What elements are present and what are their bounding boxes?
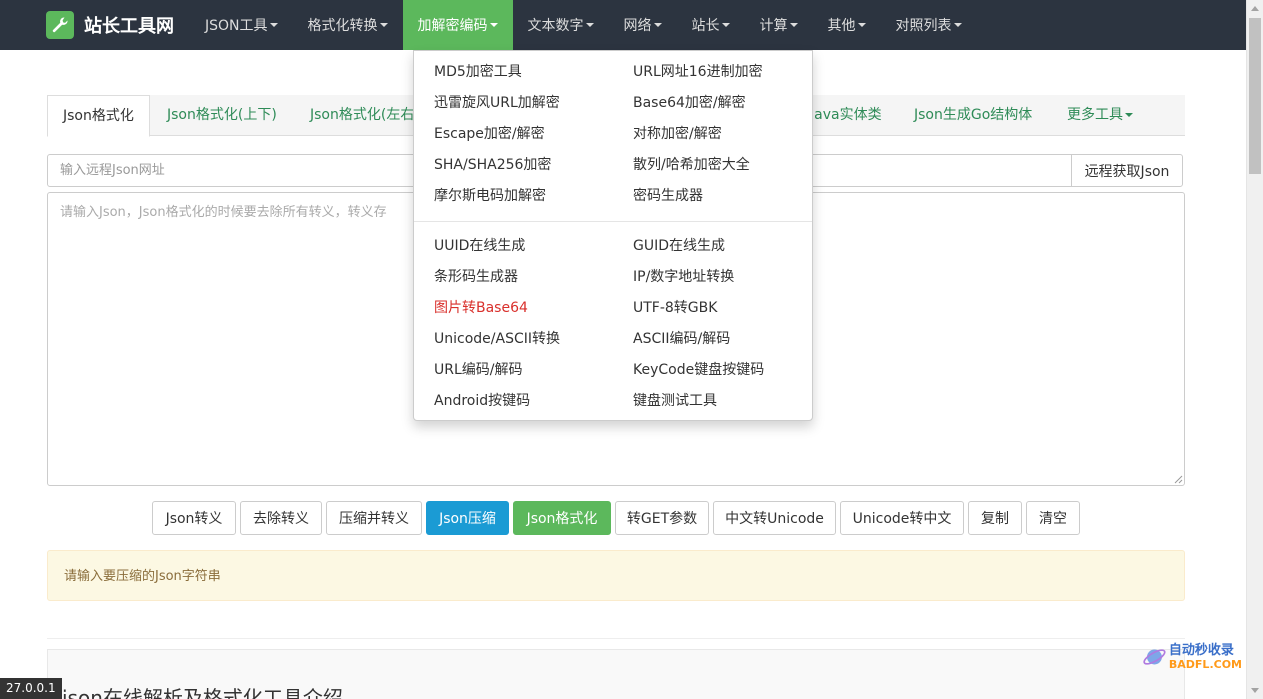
caret-down-icon	[489, 23, 498, 27]
watermark-logo: 自动秒收录 BADFL.COM	[1142, 640, 1242, 674]
copy-button[interactable]: 复制	[968, 501, 1022, 535]
to-get-params-button[interactable]: 转GET参数	[615, 501, 709, 535]
json-escape-button[interactable]: Json转义	[152, 501, 236, 535]
menu-item-uuid[interactable]: UUID在线生成	[434, 235, 525, 255]
fetch-remote-json-button[interactable]: 远程获取Json	[1071, 154, 1183, 187]
scroll-down-icon[interactable]	[1251, 688, 1259, 693]
brand-name: 站长工具网	[84, 16, 174, 37]
caret-down-icon	[585, 23, 594, 27]
caret-down-icon	[953, 23, 962, 27]
planet-icon	[1143, 649, 1166, 665]
intro-title: json在线解析及格式化工具介绍	[62, 686, 343, 699]
json-compress-button[interactable]: Json压缩	[426, 501, 509, 535]
menu-item-guid[interactable]: GUID在线生成	[633, 235, 725, 255]
watermark-domain: BADFL.COM	[1168, 658, 1242, 671]
nav-network[interactable]: 网络	[609, 0, 677, 50]
nav-calculate[interactable]: 计算	[745, 0, 813, 50]
main-nav: JSON工具 格式化转换 加解密编码 文本数字 网络 站长 计算 其他 对照列表	[190, 0, 977, 50]
menu-item-sha[interactable]: SHA/SHA256加密	[434, 154, 551, 174]
caret-down-icon	[1125, 113, 1133, 117]
menu-separator	[414, 221, 812, 222]
caret-down-icon	[379, 23, 388, 27]
tab-json-to-go[interactable]: Json生成Go结构体	[899, 95, 1047, 136]
caret-down-icon	[857, 23, 866, 27]
nav-text-number[interactable]: 文本数字	[513, 0, 609, 50]
menu-item-image-base64[interactable]: 图片转Base64	[434, 297, 528, 317]
menu-item-symmetric[interactable]: 对称加密/解密	[633, 123, 722, 143]
wrench-icon	[46, 11, 74, 39]
caret-down-icon	[653, 23, 662, 27]
menu-item-morse[interactable]: 摩尔斯电码加解密	[434, 185, 546, 205]
nav-other[interactable]: 其他	[813, 0, 881, 50]
nav-webmaster[interactable]: 站长	[677, 0, 745, 50]
page-scrollbar[interactable]	[1246, 0, 1263, 699]
brand-logo[interactable]: 站长工具网	[46, 11, 174, 39]
nav-encrypt-encode[interactable]: 加解密编码	[402, 0, 513, 50]
menu-item-url-hex[interactable]: URL网址16进制加密	[633, 61, 763, 81]
nav-format-convert[interactable]: 格式化转换	[293, 0, 403, 50]
top-navbar: 站长工具网 JSON工具 格式化转换 加解密编码 文本数字 网络 站长 计算 其…	[0, 0, 1263, 50]
unicode-to-chinese-button[interactable]: Unicode转中文	[840, 501, 964, 535]
menu-item-url-codec[interactable]: URL编码/解码	[434, 359, 523, 379]
menu-item-utf8-gbk[interactable]: UTF-8转GBK	[633, 297, 717, 317]
compress-and-escape-button[interactable]: 压缩并转义	[326, 501, 422, 535]
ip-badge: 27.0.0.1	[0, 678, 62, 699]
menu-item-md5[interactable]: MD5加密工具	[434, 61, 522, 81]
menu-item-password-gen[interactable]: 密码生成器	[633, 185, 703, 205]
resize-grip-icon[interactable]	[1174, 475, 1183, 484]
remove-escape-button[interactable]: 去除转义	[240, 501, 322, 535]
nav-json-tools[interactable]: JSON工具	[190, 0, 293, 50]
status-alert: 请输入要压缩的Json字符串	[47, 550, 1185, 601]
clear-button[interactable]: 清空	[1026, 501, 1080, 535]
encrypt-encode-dropdown: MD5加密工具 URL网址16进制加密 迅雷旋风URL加解密 Base64加密/…	[413, 50, 813, 421]
section-divider	[47, 638, 1185, 639]
menu-item-keyboard-test[interactable]: 键盘测试工具	[633, 390, 717, 410]
tab-json-format-vertical[interactable]: Json格式化(上下)	[152, 95, 292, 136]
caret-down-icon	[789, 23, 798, 27]
watermark-text: 自动秒收录	[1168, 643, 1234, 658]
json-format-button[interactable]: Json格式化	[513, 501, 611, 535]
scroll-up-icon[interactable]	[1251, 6, 1259, 11]
menu-item-thunder-url[interactable]: 迅雷旋风URL加解密	[434, 92, 560, 112]
caret-down-icon	[269, 23, 278, 27]
menu-item-ascii-codec[interactable]: ASCII编码/解码	[633, 328, 730, 348]
tab-more-tools[interactable]: 更多工具	[1052, 95, 1148, 136]
menu-item-ip-convert[interactable]: IP/数字地址转换	[633, 266, 734, 286]
menu-item-unicode-ascii[interactable]: Unicode/ASCII转换	[434, 328, 560, 348]
tab-json-format[interactable]: Json格式化	[47, 95, 150, 137]
chinese-to-unicode-button[interactable]: 中文转Unicode	[713, 501, 836, 535]
menu-item-barcode[interactable]: 条形码生成器	[434, 266, 518, 286]
menu-item-escape[interactable]: Escape加密/解密	[434, 123, 545, 143]
menu-item-base64[interactable]: Base64加密/解密	[633, 92, 746, 112]
tab-json-format-horizontal[interactable]: Json格式化(左右	[295, 95, 429, 136]
nav-reference-lists[interactable]: 对照列表	[881, 0, 977, 50]
menu-item-keycode[interactable]: KeyCode键盘按键码	[633, 359, 764, 379]
scrollbar-thumb[interactable]	[1249, 18, 1261, 174]
caret-down-icon	[721, 23, 730, 27]
menu-item-hash[interactable]: 散列/哈希加密大全	[633, 154, 750, 174]
menu-item-android-key[interactable]: Android按键码	[434, 390, 530, 410]
